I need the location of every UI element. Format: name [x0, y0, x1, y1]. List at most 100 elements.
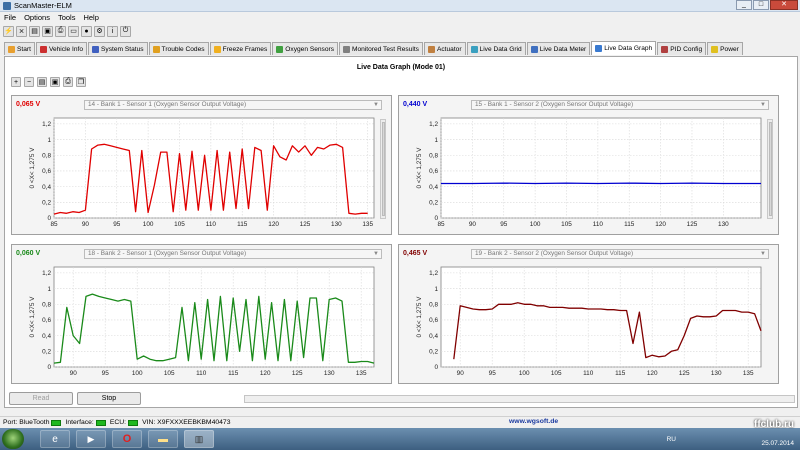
grid-icon — [470, 45, 478, 53]
graph-panel-4: 0,465 V 19 - Bank 2 - Sensor 2 (Oxygen S… — [398, 244, 779, 384]
y-tick-label: 0,8 — [42, 301, 51, 308]
vertical-scrollbar[interactable] — [767, 119, 773, 219]
x-tick-label: 115 — [615, 370, 626, 377]
explorer-taskbar-icon[interactable]: e — [40, 430, 70, 448]
menu-tools[interactable]: Tools — [58, 12, 76, 23]
graph-panel-1: 0,065 V 14 - Bank 1 - Sensor 1 (Oxygen S… — [11, 95, 392, 235]
tab-oxygen-sensors[interactable]: Oxygen Sensors — [272, 42, 339, 55]
y-tick-label: 0,8 — [429, 301, 438, 308]
x-tick-label: 115 — [624, 221, 635, 228]
menu-options[interactable]: Options — [24, 12, 50, 23]
y-tick-label: 0,8 — [429, 152, 438, 159]
opera-taskbar-icon[interactable]: O — [112, 430, 142, 448]
tab-pid-config[interactable]: PID Config — [657, 42, 707, 55]
record-icon[interactable]: ● — [81, 25, 92, 37]
exit-icon[interactable]: ⏻ — [120, 25, 131, 37]
tab-monitored-test-results[interactable]: Monitored Test Results — [339, 42, 423, 55]
remove-pid-icon[interactable]: − — [24, 77, 34, 87]
y-axis-label: 0 <X< 1,275 V — [416, 296, 423, 338]
tab-freeze-frames[interactable]: Freeze Frames — [209, 42, 272, 55]
tab-power[interactable]: Power — [707, 42, 743, 55]
app-icon — [3, 2, 11, 10]
tab-actuator[interactable]: Actuator — [423, 42, 466, 55]
x-tick-label: 105 — [164, 370, 175, 377]
media-player-taskbar-icon[interactable]: ▶ — [76, 430, 106, 448]
menu-help[interactable]: Help — [83, 12, 98, 23]
minimize-button[interactable]: _ — [736, 0, 752, 10]
tab-live-data-meter[interactable]: Live Data Meter — [526, 42, 591, 55]
copy-graph-icon[interactable]: ❐ — [76, 77, 86, 87]
x-tick-label: 85 — [50, 221, 58, 228]
tab-vehicle-info[interactable]: Vehicle Info — [35, 42, 88, 55]
x-tick-label: 125 — [300, 221, 311, 228]
print-icon[interactable]: ⎙ — [55, 25, 66, 37]
y-tick-label: 0 — [434, 364, 438, 371]
y-tick-label: 1,2 — [429, 121, 438, 128]
horizontal-scrollbar[interactable] — [244, 395, 795, 403]
x-tick-label: 110 — [206, 221, 217, 228]
config-icon — [661, 45, 669, 53]
y-axis-label: 0 <X< 1,275 V — [29, 296, 36, 338]
x-tick-label: 110 — [196, 370, 207, 377]
x-tick-label: 105 — [561, 221, 572, 228]
stop-button[interactable]: Stop — [77, 392, 141, 405]
x-tick-label: 95 — [489, 370, 497, 377]
x-tick-label: 105 — [174, 221, 185, 228]
x-tick-label: 120 — [260, 370, 271, 377]
save-file-icon[interactable]: ▣ — [50, 77, 60, 87]
disconnect-icon[interactable]: ⨯ — [16, 25, 27, 37]
tab-live-data-grid[interactable]: Live Data Grid — [466, 42, 526, 55]
graph-icon — [595, 45, 603, 52]
x-tick-label: 125 — [687, 221, 698, 228]
taskbar: e ▶ O ▬ ▥ RU 25.07.2014 — [0, 428, 800, 450]
monitor-icon[interactable]: ▭ — [68, 25, 79, 37]
read-button[interactable]: Read — [9, 392, 73, 405]
close-button[interactable]: ✕ — [770, 0, 798, 10]
window-title: ScanMaster-ELM — [14, 1, 72, 10]
vertical-scrollbar[interactable] — [380, 119, 386, 219]
plot-area — [440, 117, 762, 219]
open-icon[interactable]: ▤ — [29, 25, 40, 37]
x-tick-label: 130 — [324, 370, 335, 377]
x-tick-label: 125 — [292, 370, 303, 377]
save-icon[interactable]: ▣ — [42, 25, 53, 37]
tab-system-status[interactable]: System Status — [88, 42, 148, 55]
connect-icon[interactable]: ⚡ — [3, 25, 14, 37]
car-icon — [39, 45, 47, 53]
graph-plot-3: 0 0,2 0,4 0,6 0,8 1 1,2 90 95 100 105 110 115 120 125 1… — [29, 266, 375, 377]
x-tick-label: 115 — [237, 221, 248, 228]
x-tick-label: 125 — [679, 370, 690, 377]
y-tick-label: 0,6 — [429, 317, 438, 324]
x-tick-label: 130 — [711, 370, 722, 377]
tab-trouble-codes[interactable]: Trouble Codes — [148, 42, 209, 55]
website-link[interactable]: www.wgsoft.de — [509, 418, 558, 425]
y-tick-label: 0,2 — [42, 349, 51, 356]
y-tick-label: 1 — [47, 286, 51, 293]
maximize-button[interactable]: □ — [753, 0, 769, 10]
scanmaster-taskbar-icon[interactable]: ▥ — [184, 430, 214, 448]
x-tick-label: 90 — [82, 221, 90, 228]
tab-start[interactable]: Start — [4, 42, 35, 55]
language-indicator[interactable]: RU — [667, 436, 676, 443]
folder-taskbar-icon[interactable]: ▬ — [148, 430, 178, 448]
menu-file[interactable]: File — [4, 12, 16, 23]
print-graph-icon[interactable]: ⎙ — [63, 77, 73, 87]
plot-area — [53, 266, 375, 368]
port-status-led — [51, 419, 62, 426]
menu-bar: File Options Tools Help — [0, 12, 800, 23]
freeze-icon — [213, 45, 221, 53]
open-file-icon[interactable]: ▤ — [37, 77, 47, 87]
info-icon[interactable]: i — [107, 25, 118, 37]
y-tick-label: 0,4 — [429, 333, 438, 340]
y-tick-label: 0,4 — [42, 184, 51, 191]
x-tick-label: 120 — [655, 221, 666, 228]
settings-icon[interactable]: ⚙ — [94, 25, 105, 37]
add-pid-icon[interactable]: + — [11, 77, 21, 87]
watermark: ffclub.ru — [754, 419, 794, 430]
test-icon — [343, 45, 351, 53]
y-tick-label: 1 — [434, 137, 438, 144]
x-tick-label: 95 — [500, 221, 508, 228]
graph-plot-2: 00,20,40,60,811,285 90 95 100 105 110 115 120 12… — [416, 117, 762, 228]
tab-live-data-graph[interactable]: Live Data Graph — [591, 41, 657, 55]
windows-start-icon[interactable] — [2, 429, 24, 449]
